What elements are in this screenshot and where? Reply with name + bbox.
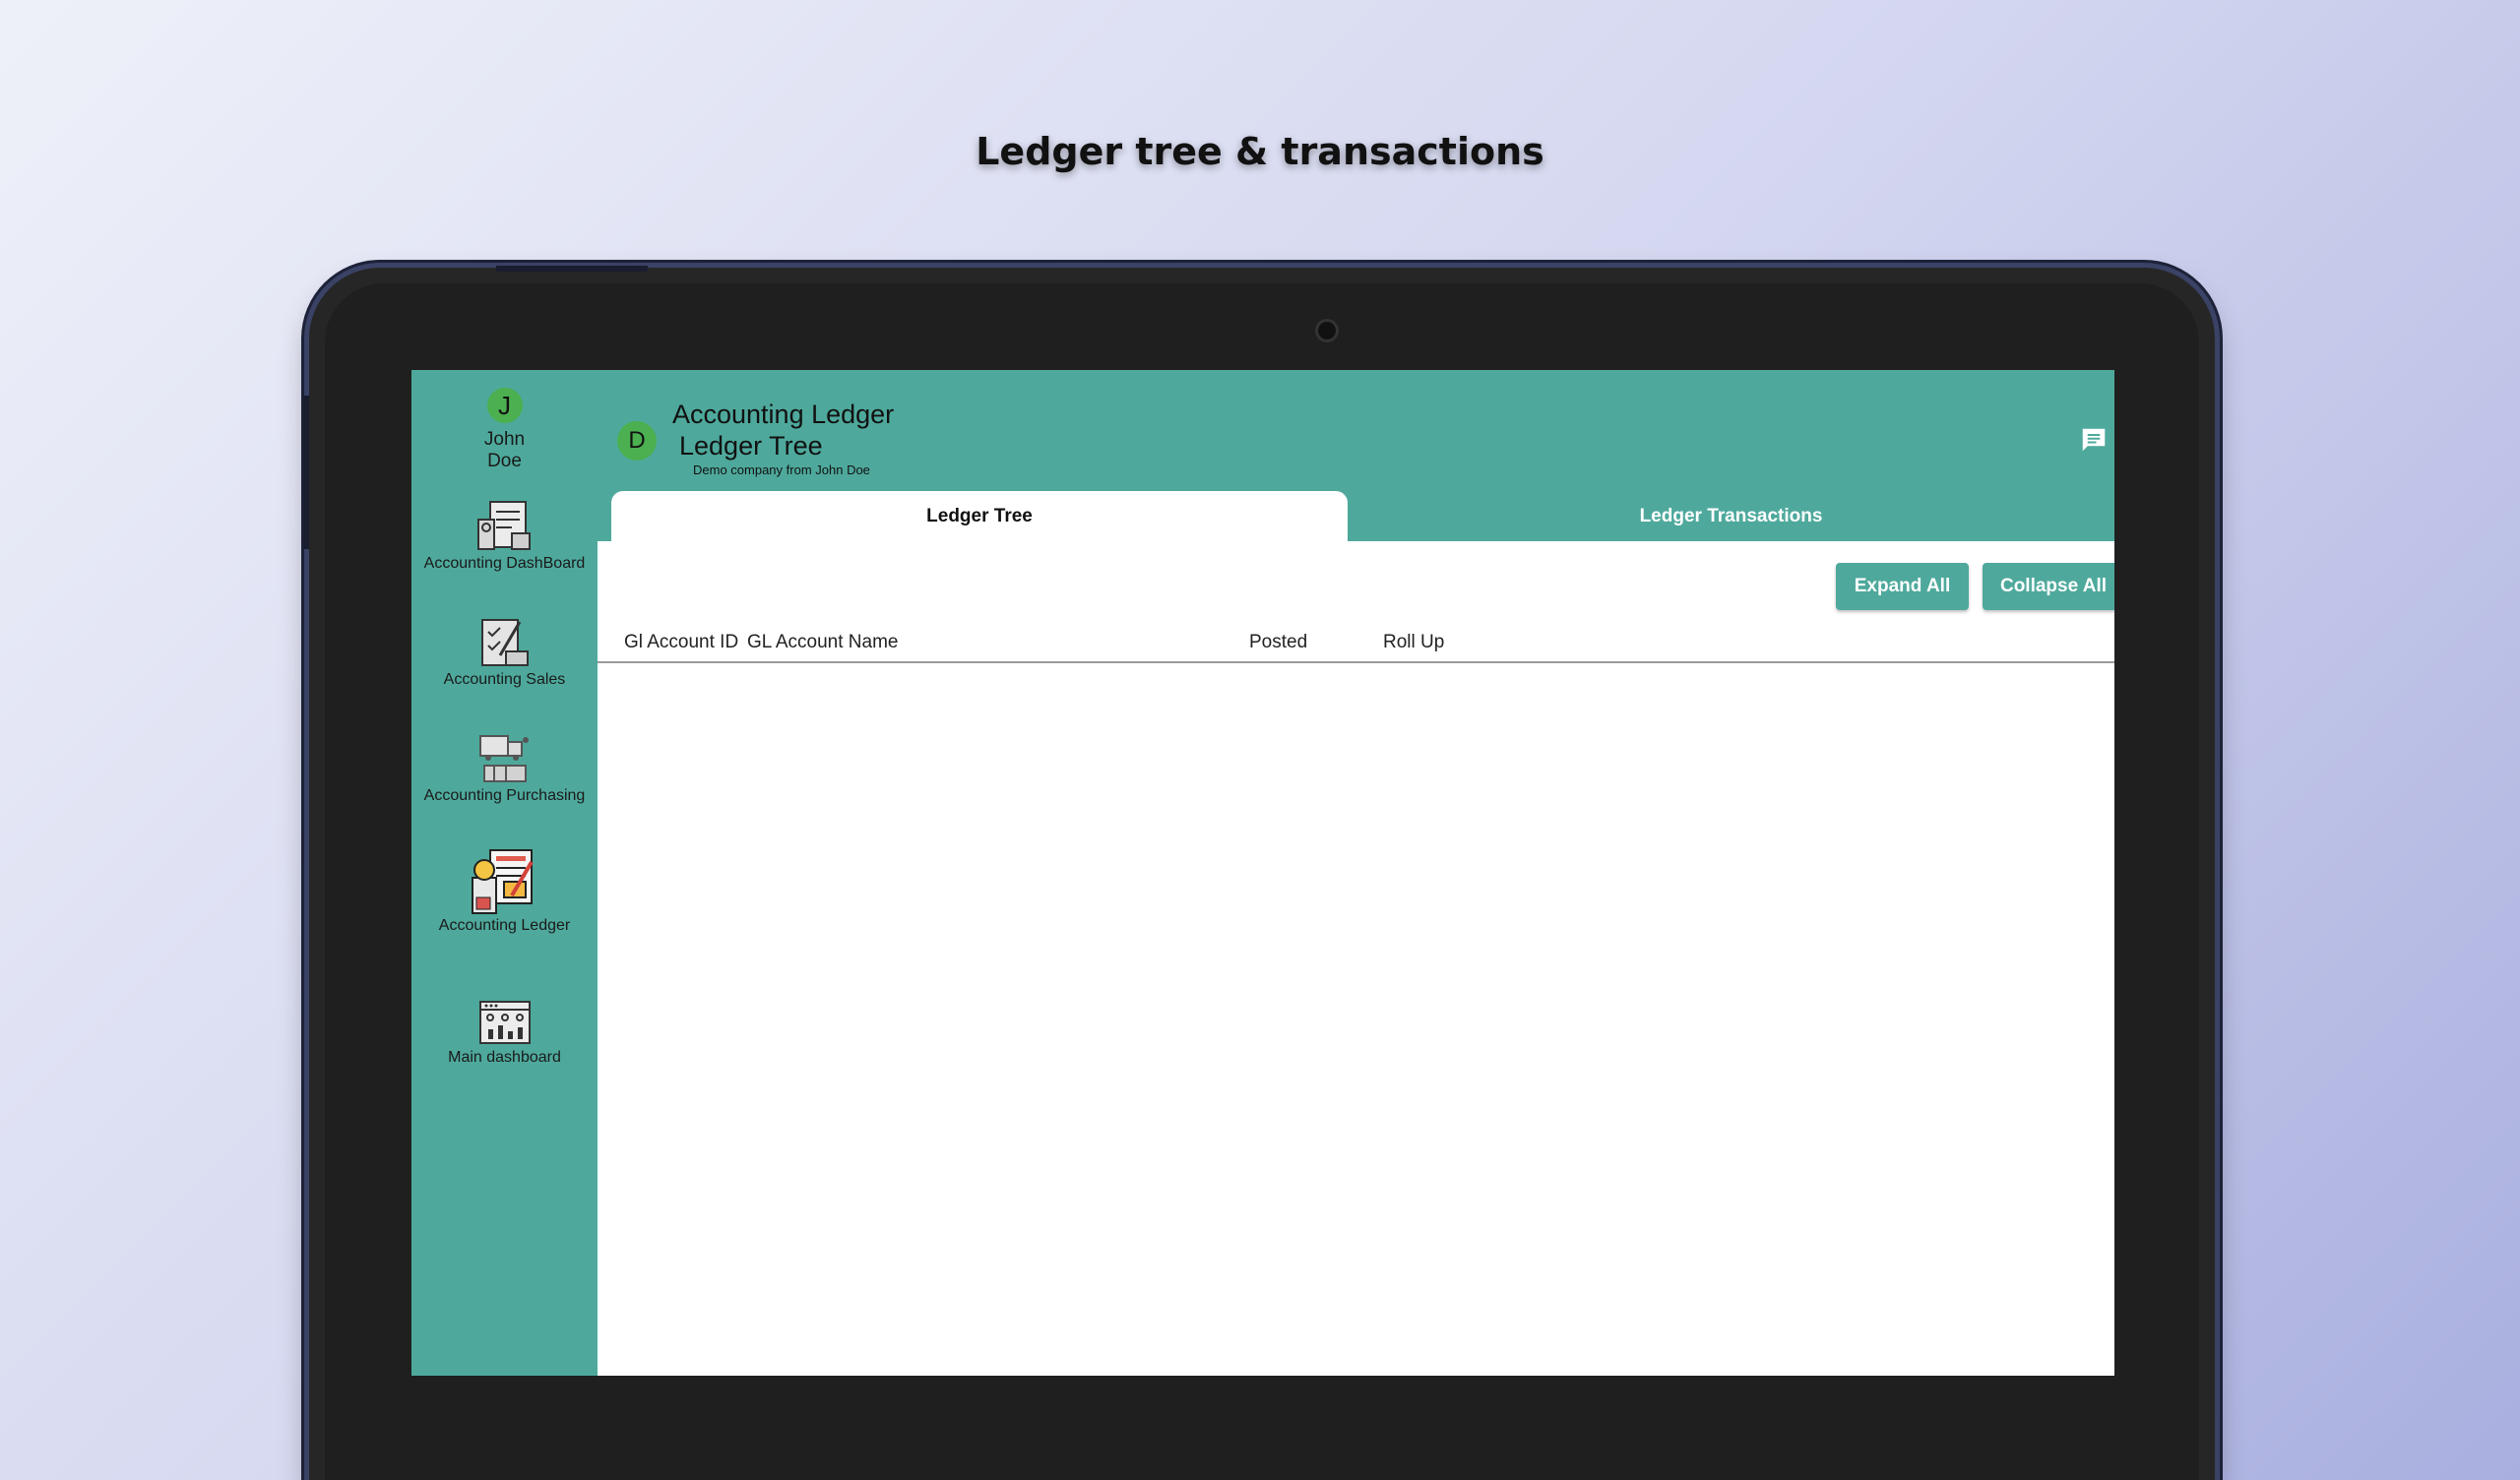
expand-all-button[interactable]: Expand All	[1836, 563, 1969, 610]
company-avatar[interactable]: D	[617, 421, 657, 461]
sidebar-item-label: Accounting Purchasing	[423, 787, 586, 804]
page-headline: Ledger tree & transactions	[976, 130, 1544, 173]
column-header-gl-account-id[interactable]: Gl Account ID	[624, 632, 738, 653]
app-header: D Accounting Ledger Ledger Tree Demo com…	[598, 370, 2114, 541]
sidebar-item-label: Accounting Sales	[443, 671, 566, 688]
sidebar-item-accounting-ledger[interactable]: Accounting Ledger	[411, 848, 598, 935]
side-button	[303, 396, 309, 549]
ledger-tree-panel: Expand All Collapse All Gl Account ID GL…	[598, 541, 2114, 1376]
company-name: Demo company from John Doe	[693, 462, 870, 477]
accounting-ledger-icon	[471, 849, 534, 914]
accounting-purchasing-icon	[478, 735, 529, 782]
sidebar-item-label: Accounting DashBoard	[423, 555, 586, 572]
sidebar-item-accounting-sales[interactable]: Accounting Sales	[411, 616, 598, 689]
sidebar-item-label: Main dashboard	[448, 1049, 561, 1066]
camera-icon	[1315, 319, 1339, 342]
sidebar-item-main-dashboard[interactable]: Main dashboard	[411, 998, 598, 1067]
sidebar: J John Doe Accounting DashBoard Accounti…	[411, 370, 598, 1376]
accounting-dashboard-icon	[476, 501, 531, 550]
sidebar-item-label: Accounting Ledger	[438, 917, 571, 934]
collapse-all-button[interactable]: Collapse All	[1983, 563, 2114, 610]
user-avatar: J	[486, 388, 523, 423]
app-screen: J John Doe Accounting DashBoard Accounti…	[411, 370, 2114, 1376]
table-header: Gl Account ID GL Account Name Posted Rol…	[598, 624, 2114, 663]
page-title: Accounting Ledger	[672, 400, 895, 429]
user-name: John Doe	[483, 429, 526, 471]
column-header-roll-up[interactable]: Roll Up	[1383, 632, 1444, 653]
tab-ledger-tree[interactable]: Ledger Tree	[611, 491, 1348, 541]
user-profile[interactable]: J John Doe	[411, 388, 598, 472]
sidebar-item-accounting-purchasing[interactable]: Accounting Purchasing	[411, 732, 598, 805]
column-header-gl-account-name[interactable]: GL Account Name	[747, 632, 898, 653]
column-header-posted[interactable]: Posted	[1249, 632, 1307, 653]
tab-ledger-transactions[interactable]: Ledger Transactions	[1348, 491, 2114, 541]
chat-icon[interactable]	[2079, 425, 2109, 455]
page-subtitle: Ledger Tree	[679, 431, 823, 461]
main-dashboard-icon	[478, 1001, 531, 1044]
accounting-sales-icon	[480, 619, 529, 666]
sidebar-item-accounting-dashboard[interactable]: Accounting DashBoard	[411, 500, 598, 573]
top-button	[496, 266, 648, 272]
